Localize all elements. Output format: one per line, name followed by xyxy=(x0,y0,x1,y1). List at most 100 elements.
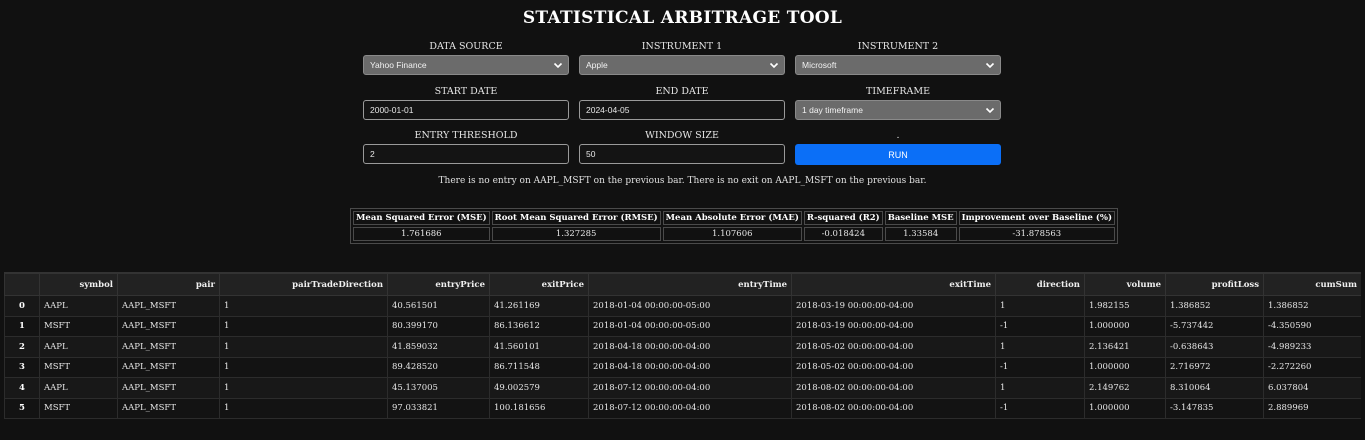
cell-exitPrice: 41.261169 xyxy=(489,295,589,317)
cell-pairTradeDirection: 1 xyxy=(219,336,388,358)
table-row: 1 MSFT AAPL_MSFT 1 80.399170 86.136612 2018-01… xyxy=(4,315,1361,337)
cell-profitLoss: 2.716972 xyxy=(1165,356,1264,378)
cell-pairTradeDirection: 1 xyxy=(219,377,388,399)
metric-value: -31.878563 xyxy=(958,227,1115,241)
end-date-field: END DATE 2024-04-05 xyxy=(579,86,785,120)
metric-value: -0.018424 xyxy=(803,227,883,241)
column-header-cumSum: cumSum xyxy=(1263,273,1361,296)
cell-profitLoss: -5.737442 xyxy=(1165,315,1264,337)
cell-exitPrice: 49.002579 xyxy=(489,377,589,399)
table-row: 0 AAPL AAPL_MSFT 1 40.561501 41.261169 2018-01… xyxy=(4,295,1361,317)
metric-header: Root Mean Squared Error (RMSE) xyxy=(491,211,661,225)
cell-exitTime: 2018-05-02 00:00:00-04:00 xyxy=(791,356,996,378)
data-source-field: DATA SOURCE Yahoo Finance xyxy=(363,41,569,75)
window-size-input[interactable]: 50 xyxy=(579,144,785,164)
row-index: 2 xyxy=(4,336,40,358)
cell-entryPrice: 89.428520 xyxy=(387,356,490,378)
cell-entryPrice: 40.561501 xyxy=(387,295,490,317)
start-date-input[interactable]: 2000-01-01 xyxy=(363,100,569,120)
run-field: . RUN xyxy=(795,130,1001,165)
trades-body: 0 AAPL AAPL_MSFT 1 40.561501 41.261169 2018-01… xyxy=(4,295,1361,419)
instrument1-select[interactable]: Apple xyxy=(579,55,785,75)
window-size-value: 50 xyxy=(586,149,596,159)
metric-value: 1.33584 xyxy=(884,227,957,241)
instrument1-field: INSTRUMENT 1 Apple xyxy=(579,41,785,75)
metric-header: R-squared (R2) xyxy=(803,211,883,225)
metric-header: Baseline MSE xyxy=(884,211,957,225)
timeframe-label: TIMEFRAME xyxy=(865,86,931,97)
row-index: 4 xyxy=(4,377,40,399)
metric-header: Improvement over Baseline (%) xyxy=(958,211,1115,225)
page-title: STATISTICAL ARBITRAGE TOOL xyxy=(522,8,843,28)
cell-cumSum: -4.989233 xyxy=(1263,336,1361,358)
end-date-value: 2024-04-05 xyxy=(586,105,630,115)
chevron-down-icon xyxy=(985,107,995,114)
table-row: 4 AAPL AAPL_MSFT 1 45.137005 49.002579 2018-07… xyxy=(4,377,1361,399)
data-source-select[interactable]: Yahoo Finance xyxy=(363,55,569,75)
chevron-down-icon xyxy=(985,62,995,69)
cell-direction: 1 xyxy=(995,336,1085,358)
data-source-label: DATA SOURCE xyxy=(429,41,503,52)
cell-pairTradeDirection: 1 xyxy=(219,295,388,317)
start-date-value: 2000-01-01 xyxy=(370,105,414,115)
column-header-direction: direction xyxy=(995,273,1085,296)
instrument2-select[interactable]: Microsoft xyxy=(795,55,1001,75)
timeframe-field: TIMEFRAME 1 day timeframe xyxy=(795,86,1001,120)
entry-threshold-label: ENTRY THRESHOLD xyxy=(414,130,518,141)
cell-direction: -1 xyxy=(995,397,1085,419)
cell-volume: 1.000000 xyxy=(1084,315,1166,337)
cell-symbol: MSFT xyxy=(39,397,118,419)
cell-entryTime: 2018-04-18 00:00:00-04:00 xyxy=(588,336,792,358)
cell-volume: 1.982155 xyxy=(1084,295,1166,317)
cell-exitTime: 2018-05-02 00:00:00-04:00 xyxy=(791,336,996,358)
column-header-pair: pair xyxy=(117,273,220,296)
trades-table-container[interactable]: symbol pair pairTradeDirection entryPrice ex… xyxy=(4,272,1361,420)
cell-cumSum: 6.037804 xyxy=(1263,377,1361,399)
entry-threshold-field: ENTRY THRESHOLD 2 xyxy=(363,130,569,164)
cell-profitLoss: 1.386852 xyxy=(1165,295,1264,317)
column-header-volume: volume xyxy=(1084,273,1166,296)
entry-threshold-input[interactable]: 2 xyxy=(363,144,569,164)
row-index: 3 xyxy=(4,356,40,378)
cell-entryTime: 2018-07-12 00:00:00-04:00 xyxy=(588,377,792,399)
window-size-field: WINDOW SIZE 50 xyxy=(579,130,785,164)
cell-pairTradeDirection: 1 xyxy=(219,315,388,337)
metrics-table: Mean Squared Error (MSE) Root Mean Squar… xyxy=(350,208,1118,244)
end-date-label: END DATE xyxy=(655,86,709,97)
table-row: 3 MSFT AAPL_MSFT 1 89.428520 86.711548 2018-04… xyxy=(4,356,1361,378)
end-date-input[interactable]: 2024-04-05 xyxy=(579,100,785,120)
cell-pairTradeDirection: 1 xyxy=(219,356,388,378)
trades-table: symbol pair pairTradeDirection entryPrice ex… xyxy=(4,273,1361,419)
column-header-exitTime: exitTime xyxy=(791,273,996,296)
metric-value: 1.761686 xyxy=(353,227,490,241)
cell-entryTime: 2018-01-04 00:00:00-05:00 xyxy=(588,295,792,317)
instrument1-label: INSTRUMENT 1 xyxy=(641,41,723,52)
status-message: There is no entry on AAPL_MSFT on the pr… xyxy=(438,176,927,186)
cell-exitPrice: 100.181656 xyxy=(489,397,589,419)
cell-exitPrice: 41.560101 xyxy=(489,336,589,358)
metric-header: Mean Absolute Error (MAE) xyxy=(662,211,802,225)
cell-direction: -1 xyxy=(995,356,1085,378)
cell-entryPrice: 80.399170 xyxy=(387,315,490,337)
row-index: 0 xyxy=(4,295,40,317)
metrics-value-row: 1.761686 1.327285 1.107606 -0.018424 1.3… xyxy=(353,227,1115,241)
metric-value: 1.107606 xyxy=(662,227,802,241)
cell-volume: 1.000000 xyxy=(1084,397,1166,419)
instrument2-value: Microsoft xyxy=(802,60,837,70)
cell-exitTime: 2018-08-02 00:00:00-04:00 xyxy=(791,397,996,419)
cell-pair: AAPL_MSFT xyxy=(117,397,220,419)
cell-profitLoss: -3.147835 xyxy=(1165,397,1264,419)
instrument1-value: Apple xyxy=(586,60,608,70)
cell-pair: AAPL_MSFT xyxy=(117,295,220,317)
start-date-field: START DATE 2000-01-01 xyxy=(363,86,569,120)
cell-entryTime: 2018-07-12 00:00:00-04:00 xyxy=(588,397,792,419)
cell-entryPrice: 41.859032 xyxy=(387,336,490,358)
cell-pair: AAPL_MSFT xyxy=(117,315,220,337)
cell-symbol: AAPL xyxy=(39,377,118,399)
run-button[interactable]: RUN xyxy=(795,144,1001,165)
timeframe-select[interactable]: 1 day timeframe xyxy=(795,100,1001,120)
cell-exitTime: 2018-03-19 00:00:00-04:00 xyxy=(791,295,996,317)
column-header-symbol: symbol xyxy=(39,273,118,296)
instrument2-field: INSTRUMENT 2 Microsoft xyxy=(795,41,1001,75)
chevron-down-icon xyxy=(553,62,563,69)
